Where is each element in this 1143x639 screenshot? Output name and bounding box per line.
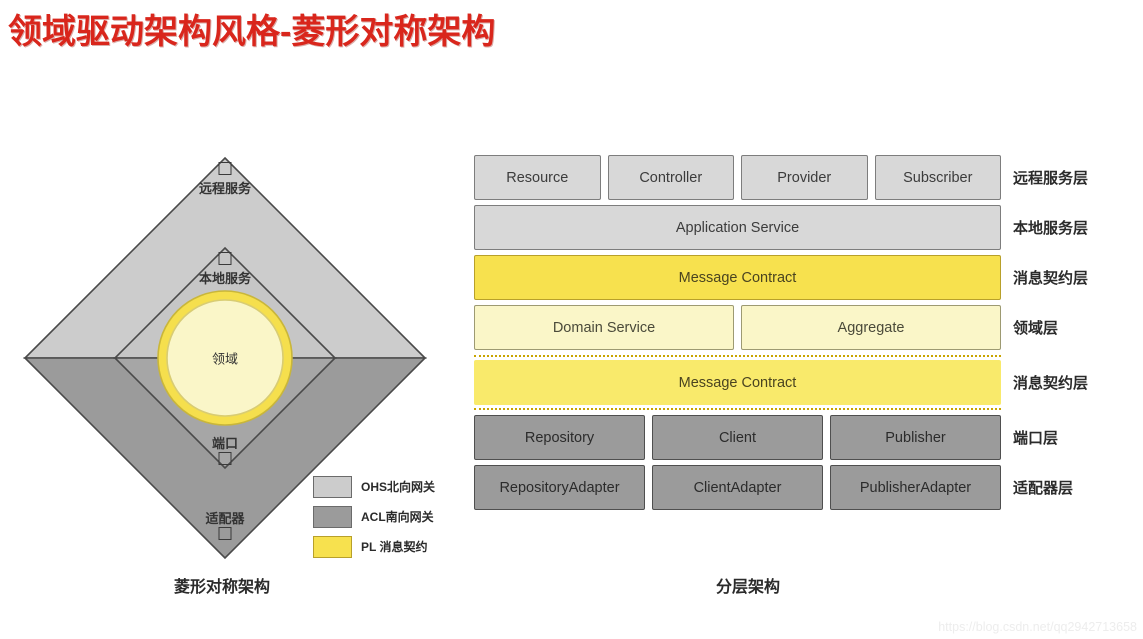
layer-name-label: 消息契约层 — [1013, 270, 1089, 287]
layered-architecture-diagram: Resource Controller Provider Subscriber Appl… — [474, 155, 1001, 515]
layer-cell[interactable]: Message Contract — [474, 255, 1001, 300]
watermark: https://blog.csdn.net/qq2942713658 — [938, 620, 1137, 634]
layer-cell[interactable]: PublisherAdapter — [830, 465, 1001, 510]
legend-item-ohs: OHS北向网关 — [313, 473, 463, 500]
layer-cell[interactable]: RepositoryAdapter — [474, 465, 645, 510]
diamond-label-port: 端口 — [211, 436, 239, 451]
adapter-layer-port-icon — [218, 527, 232, 540]
layer-cell[interactable]: Publisher — [830, 415, 1001, 460]
layer-cell[interactable]: Controller — [607, 155, 734, 200]
layer-name-label: 本地服务层 — [1013, 220, 1089, 237]
legend-item-pl: PL 消息契约 — [313, 533, 463, 560]
legend: OHS北向网关 ACL南向网关 PL 消息契约 — [313, 473, 463, 563]
legend-item-acl: ACL南向网关 — [313, 503, 463, 530]
layer-name-label: 消息契约层 — [1013, 375, 1089, 392]
layer-cell[interactable]: Domain Service — [474, 305, 734, 350]
caption-diamond-architecture: 菱形对称架构 — [173, 579, 271, 596]
page-title: 领域驱动架构风格-菱形对称架构 — [8, 13, 496, 51]
layer-cell[interactable]: Message Contract — [474, 360, 1001, 405]
layer-name-label: 领域层 — [1013, 320, 1059, 337]
legend-swatch-pl — [313, 535, 352, 558]
port-layer-port-icon — [218, 452, 232, 465]
legend-label-ohs: OHS北向网关 — [361, 480, 436, 494]
layer-row: Application Service — [474, 205, 1001, 250]
legend-label-pl: PL 消息契约 — [361, 540, 428, 554]
legend-label-acl: ACL南向网关 — [361, 510, 434, 524]
caption-layered-architecture: 分层架构 — [715, 579, 781, 596]
layer-name-label: 远程服务层 — [1013, 170, 1089, 187]
layer-cell[interactable]: Application Service — [474, 205, 1001, 250]
layer-row: Message Contract — [474, 255, 1001, 300]
layer-cell[interactable]: Subscriber — [874, 155, 1001, 200]
diamond-label-adapter: 适配器 — [205, 511, 245, 526]
diamond-label-remote-service: 远程服务 — [198, 181, 252, 196]
layer-row: Resource Controller Provider Subscriber — [474, 155, 1001, 200]
diamond-label-local-service: 本地服务 — [198, 271, 252, 286]
layer-cell[interactable]: ClientAdapter — [652, 465, 823, 510]
legend-swatch-ohs — [313, 475, 352, 498]
layer-row: Repository Client Publisher — [474, 415, 1001, 460]
layer-row: RepositoryAdapter ClientAdapter PublisherA… — [474, 465, 1001, 510]
layer-name-column: 远程服务层 本地服务层 消息契约层 领域层 消息契约层 端口层 适配器层 — [1013, 155, 1143, 515]
layer-row: Message Contract — [474, 355, 1001, 410]
layer-cell[interactable]: Client — [652, 415, 823, 460]
remote-service-port-icon — [218, 162, 232, 175]
legend-swatch-acl — [313, 505, 352, 528]
layer-cell[interactable]: Repository — [474, 415, 645, 460]
layer-name-label: 适配器层 — [1013, 480, 1074, 497]
layer-name-label: 端口层 — [1013, 430, 1059, 447]
layer-cell[interactable]: Provider — [741, 155, 868, 200]
local-service-port-icon — [218, 252, 232, 265]
diamond-label-domain: 领域 — [211, 351, 239, 367]
layer-cell[interactable]: Resource — [474, 155, 601, 200]
layer-row: Domain Service Aggregate — [474, 305, 1001, 350]
layer-cell[interactable]: Aggregate — [741, 305, 1001, 350]
